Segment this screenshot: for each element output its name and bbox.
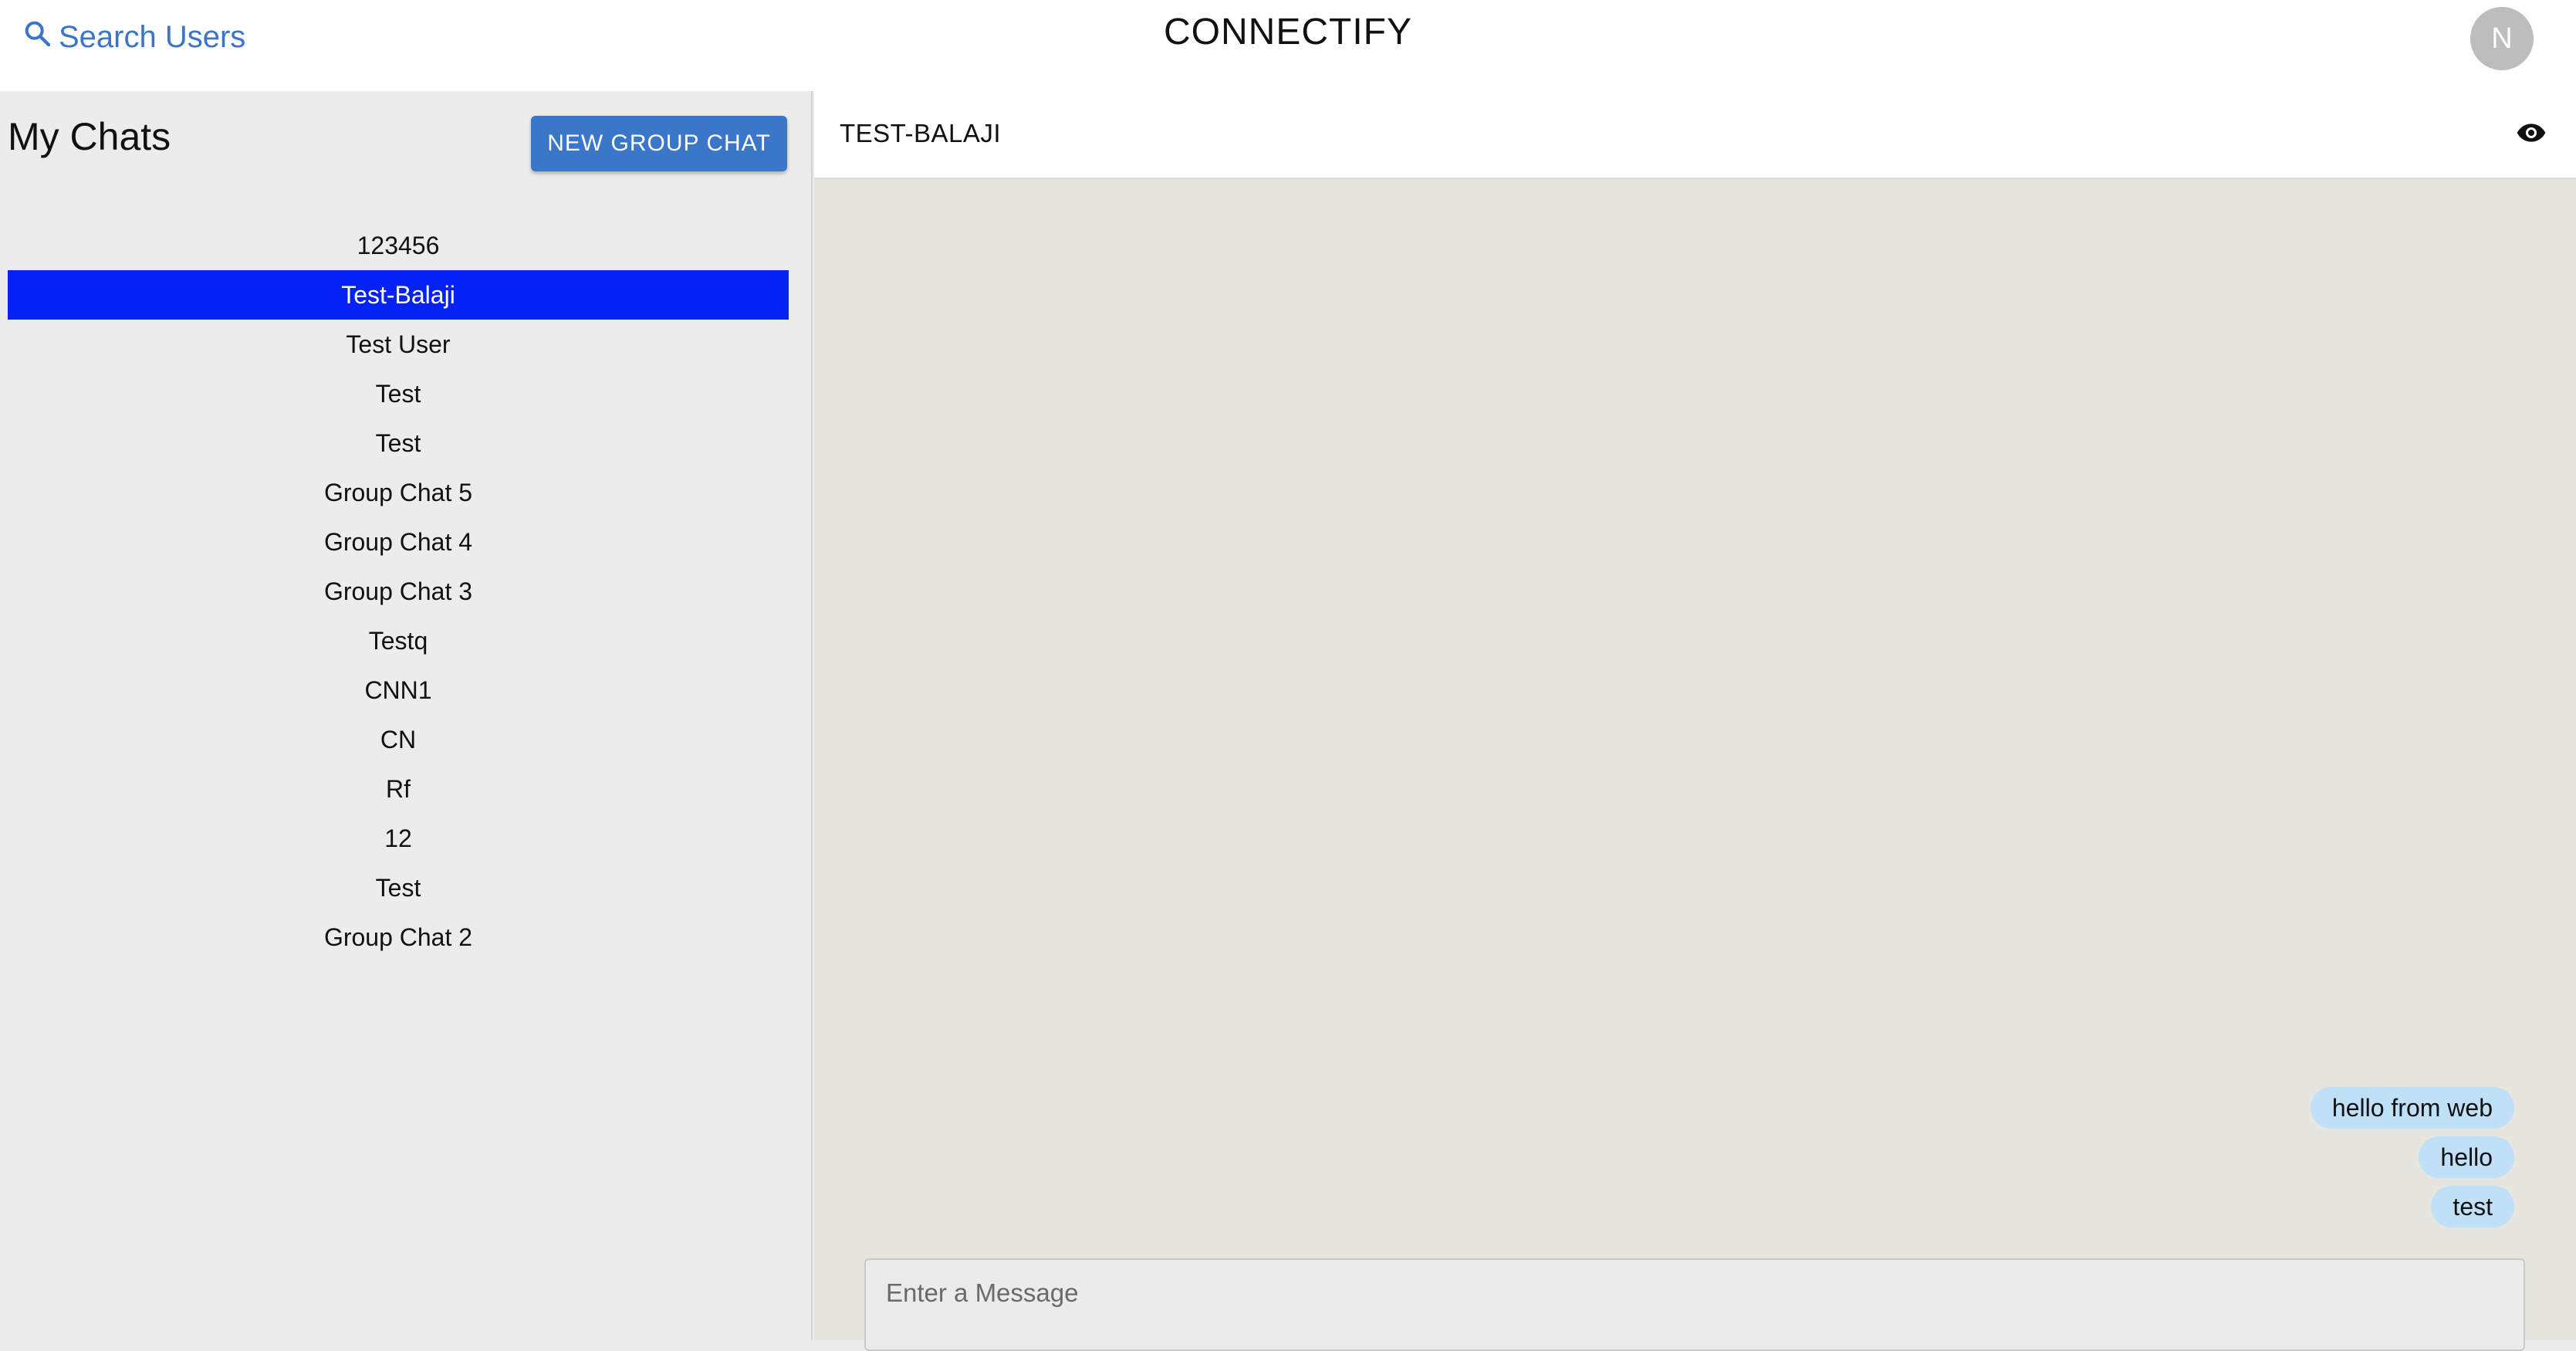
chat-list-item[interactable]: Test bbox=[8, 863, 789, 913]
chat-list-item[interactable]: CN bbox=[8, 715, 789, 764]
message-input[interactable] bbox=[864, 1258, 2525, 1351]
chat-list-item[interactable]: Testq bbox=[8, 616, 789, 665]
new-group-chat-button[interactable]: NEW GROUP CHAT bbox=[531, 116, 787, 171]
sidebar-title: My Chats bbox=[8, 115, 171, 158]
chats-sidebar: My Chats NEW GROUP CHAT 123456 Test-Balaj… bbox=[0, 91, 813, 1340]
message-bubble: test bbox=[2431, 1186, 2514, 1227]
chat-header: TEST-BALAJI bbox=[814, 91, 2576, 179]
message-bubble: hello bbox=[2419, 1136, 2514, 1178]
chat-list-item[interactable]: CNN1 bbox=[8, 665, 789, 715]
app-title: CONNECTIFY bbox=[1164, 12, 1412, 52]
chat-list-item[interactable]: Group Chat 5 bbox=[8, 468, 789, 517]
chat-list-item[interactable]: Rf bbox=[8, 764, 789, 814]
chat-list-item[interactable]: Group Chat 3 bbox=[8, 567, 789, 616]
chat-name: TEST-BALAJI bbox=[840, 119, 1002, 147]
chat-list-item[interactable]: Test User bbox=[8, 320, 789, 369]
chat-list-item[interactable]: Group Chat 2 bbox=[8, 913, 789, 962]
chat-panel: TEST-BALAJI hello from web hello test bbox=[814, 91, 2576, 1351]
chat-list-item[interactable]: Test-Balaji bbox=[8, 270, 789, 320]
top-bar: Search Users CONNECTIFY N bbox=[0, 0, 2576, 91]
chat-list-item[interactable]: Group Chat 4 bbox=[8, 517, 789, 567]
chat-list-item[interactable]: 12 bbox=[8, 814, 789, 863]
chat-list-item[interactable]: Test bbox=[8, 418, 789, 468]
eye-icon[interactable] bbox=[2512, 117, 2551, 148]
chat-list: 123456 Test-Balaji Test User Test Test Group … bbox=[8, 221, 789, 962]
message-list: hello from web hello test bbox=[1820, 1087, 2514, 1227]
chat-list-item[interactable]: 123456 bbox=[8, 221, 789, 270]
chat-list-item[interactable]: Test bbox=[8, 369, 789, 418]
message-bubble: hello from web bbox=[2310, 1087, 2514, 1129]
avatar[interactable]: N bbox=[2470, 7, 2534, 70]
